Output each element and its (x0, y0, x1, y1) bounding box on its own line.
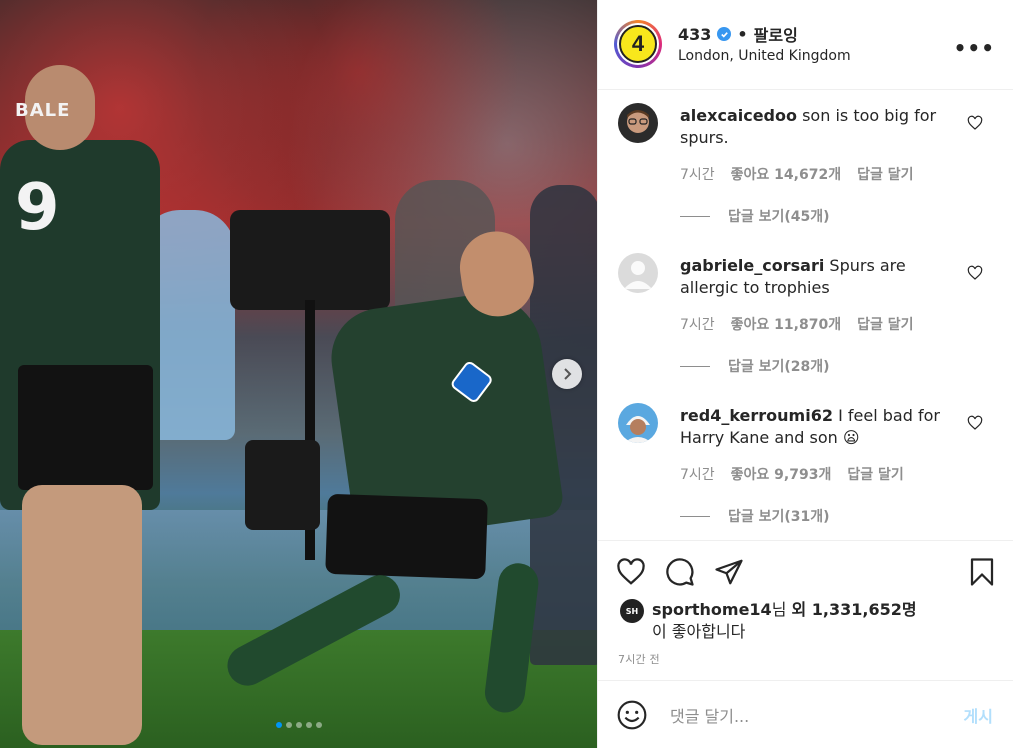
likes-text: sporthome14님 외 1,331,652명 이 좋아합니다 (652, 599, 917, 643)
comment-likes[interactable]: 좋아요 11,870개 (731, 314, 841, 334)
comment-meta: 7시간 좋아요 11,870개 답글 달기 (680, 314, 914, 334)
slide-dot[interactable] (275, 722, 282, 728)
photo-camera (230, 210, 390, 310)
share-paper-plane-icon[interactable] (714, 557, 744, 587)
comment-text-block: alexcaicedoo son is too big for spurs. (680, 105, 950, 149)
comment-item: red4_kerroumi62 I feel bad for Harry Kan… (598, 389, 1013, 539)
post-actions: SH sporthome14님 외 1,331,652명 이 좋아합니다 7시간… (598, 540, 1013, 681)
photo-player-legs (22, 485, 142, 745)
author-avatar-inner: 4 (617, 23, 659, 65)
photo-player-shorts (325, 493, 488, 580)
slide-dot[interactable] (285, 722, 292, 728)
photo-nhs-badge (449, 359, 495, 405)
comment-input[interactable] (668, 701, 942, 731)
comment-meta: 7시간 좋아요 14,672개 답글 달기 (680, 164, 914, 184)
slide-dot[interactable] (315, 722, 322, 728)
author-line: 433 • 팔로잉 (678, 22, 798, 46)
liker-avatar[interactable]: SH (620, 599, 644, 623)
comments-list: alexcaicedoo son is too big for spurs. 7… (598, 89, 1013, 540)
add-comment-bar: 게시 (598, 680, 1013, 749)
comment-likes[interactable]: 좋아요 9,793개 (731, 464, 832, 484)
emoji-icon[interactable] (616, 699, 648, 731)
reply-button[interactable]: 답글 달기 (857, 314, 913, 334)
comment-text-block: red4_kerroumi62 I feel bad for Harry Kan… (680, 405, 950, 449)
comment-item: alexcaicedoo son is too big for spurs. 7… (598, 89, 1013, 239)
comment-bubble-icon[interactable] (665, 557, 695, 587)
author-logo: 4 (619, 25, 657, 63)
post-photo[interactable]: BALE 9 (0, 0, 597, 748)
like-heart-icon[interactable] (616, 557, 646, 587)
liker-username[interactable]: sporthome14 (652, 600, 772, 619)
comment-time[interactable]: 7시간 (680, 464, 715, 484)
post-location[interactable]: London, United Kingdom (678, 48, 851, 64)
commenter-avatar[interactable] (618, 253, 658, 293)
post-comment-button[interactable]: 게시 (964, 703, 993, 727)
action-icons (616, 557, 744, 587)
following-button[interactable]: 팔로잉 (754, 22, 798, 46)
chevron-right-icon (564, 368, 572, 380)
heart-icon[interactable] (967, 265, 983, 281)
slide-indicator (0, 722, 597, 728)
view-replies-button[interactable]: 답글 보기(31개) (680, 506, 830, 526)
post-side-panel: 4 433 • 팔로잉 London, United Kingdom ••• a… (597, 0, 1013, 748)
comment-likes[interactable]: 좋아요 14,672개 (731, 164, 841, 184)
post-header: 4 433 • 팔로잉 London, United Kingdom ••• (598, 0, 1013, 90)
slide-dot[interactable] (305, 722, 312, 728)
commenter-username[interactable]: alexcaicedoo (680, 106, 797, 125)
photo-jersey-print: BALE 9 (15, 100, 70, 240)
reply-button[interactable]: 답글 달기 (857, 164, 913, 184)
comment-time[interactable]: 7시간 (680, 164, 715, 184)
replies-divider (680, 365, 710, 367)
comment-text-block: gabriele_corsari Spurs are allergic to t… (680, 255, 950, 299)
commenter-avatar[interactable] (618, 103, 658, 143)
likes-others-count[interactable]: 외 1,331,652명 (792, 600, 917, 619)
comment-item: gabriele_corsari Spurs are allergic to t… (598, 239, 1013, 389)
photo-jersey-name: BALE (15, 100, 71, 121)
bookmark-icon (970, 558, 994, 586)
view-replies-label: 답글 보기(31개) (728, 509, 830, 525)
comment-meta: 7시간 좋아요 9,793개 답글 달기 (680, 464, 904, 484)
likes-line2: 이 좋아합니다 (652, 622, 746, 641)
photo-player-son (220, 226, 565, 715)
photo-player-bale: BALE 9 (0, 65, 160, 745)
reply-button[interactable]: 답글 달기 (847, 464, 903, 484)
view-replies-label: 답글 보기(45개) (728, 209, 830, 225)
post-timestamp[interactable]: 7시간 전 (618, 651, 660, 667)
likes-suffix: 님 (771, 600, 792, 619)
commenter-avatar[interactable] (618, 403, 658, 443)
heart-icon[interactable] (967, 115, 983, 131)
view-replies-label: 답글 보기(28개) (728, 359, 830, 375)
commenter-username[interactable]: red4_kerroumi62 (680, 406, 833, 425)
photo-jersey-number: 9 (15, 171, 60, 245)
author-username[interactable]: 433 (678, 25, 711, 44)
slide-dot[interactable] (295, 722, 302, 728)
verified-icon (717, 27, 732, 41)
next-slide-button[interactable] (552, 359, 582, 389)
more-options-button[interactable]: ••• (954, 36, 995, 60)
comment-time[interactable]: 7시간 (680, 314, 715, 334)
photo-camera-lower (245, 440, 320, 530)
follow-separator: • (737, 24, 748, 44)
view-replies-button[interactable]: 답글 보기(45개) (680, 206, 830, 226)
likes-summary: SH sporthome14님 외 1,331,652명 이 좋아합니다 (620, 599, 917, 643)
photo-player-shorts (18, 365, 153, 490)
author-avatar[interactable]: 4 (614, 20, 662, 68)
commenter-username[interactable]: gabriele_corsari (680, 256, 824, 275)
replies-divider (680, 215, 710, 217)
view-replies-button[interactable]: 답글 보기(28개) (680, 356, 830, 376)
replies-divider (680, 515, 710, 517)
heart-icon[interactable] (967, 415, 983, 431)
save-bookmark-button[interactable] (967, 557, 997, 591)
